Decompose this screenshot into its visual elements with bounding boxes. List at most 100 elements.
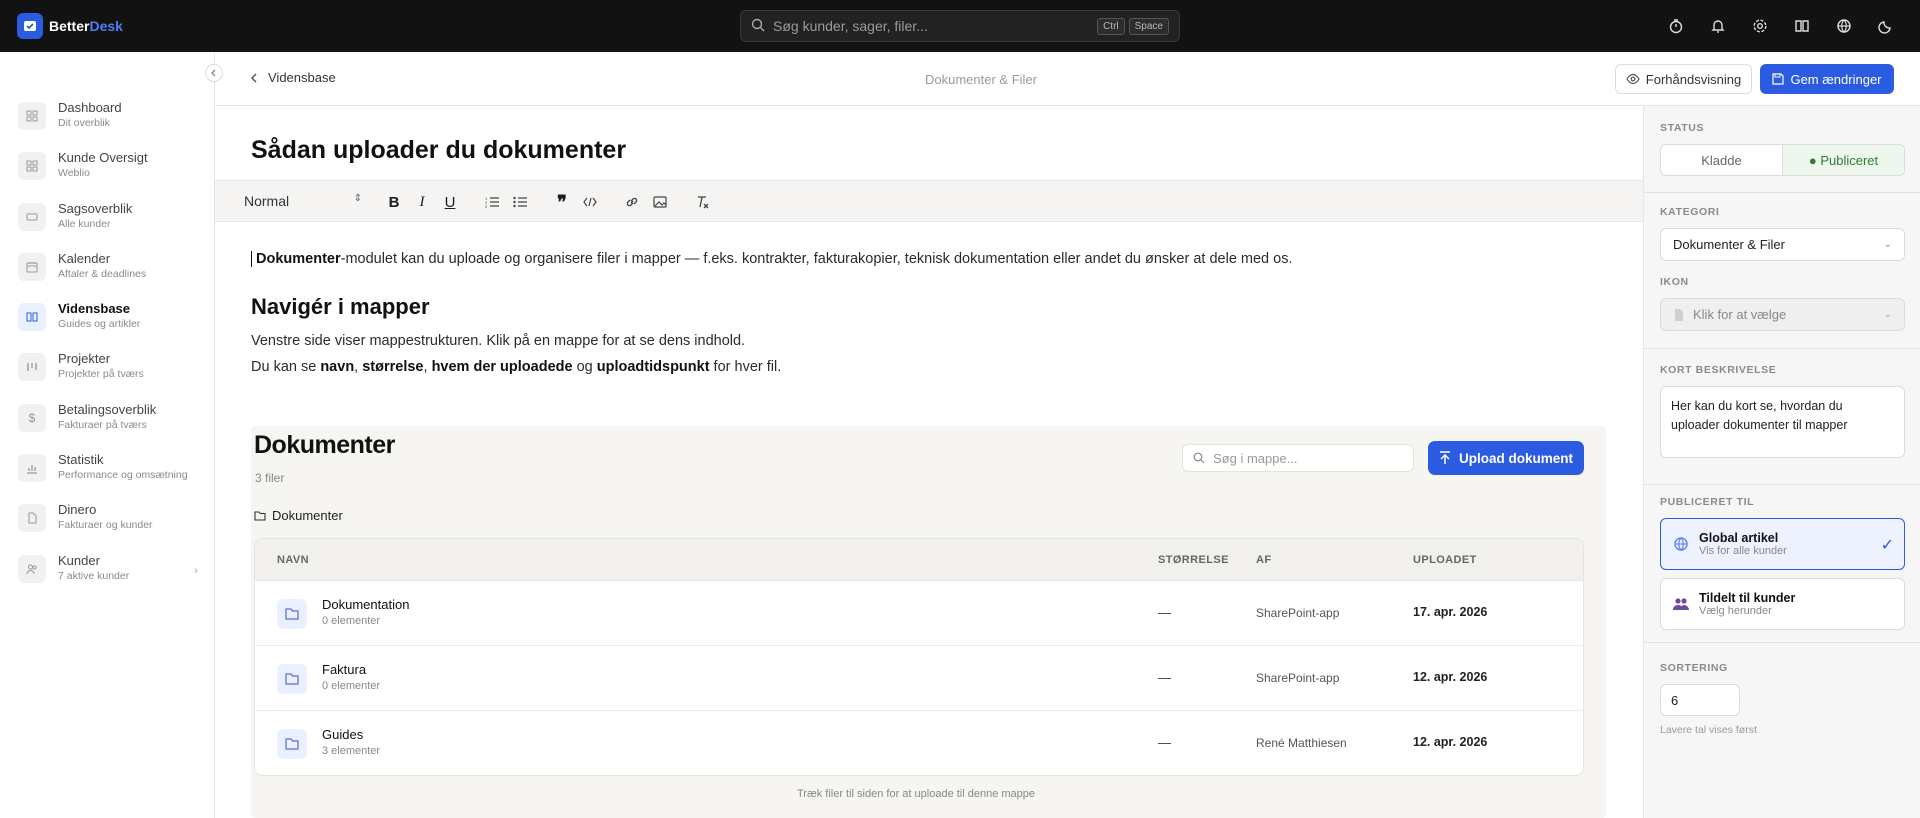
status-section: STATUS Kladde ● Publiceret (1660, 122, 1905, 176)
row-sub: 0 elementer (322, 680, 381, 692)
status-published-option[interactable]: ● Publiceret (1782, 145, 1904, 175)
editor: Sådan uploader du dokumenter Normal ⇕ B I… (215, 106, 1643, 818)
updown-icon: ⇕ (353, 193, 362, 204)
eye-icon (1626, 73, 1640, 85)
folder-icon (277, 599, 307, 629)
article-title[interactable]: Sådan uploader du dokumenter (251, 136, 626, 165)
file-icon (18, 504, 46, 533)
sidebar-item-sub: Projekter på tværs (58, 368, 144, 381)
sidebar-item-label: Kalender (58, 250, 111, 266)
save-button[interactable]: Gem ændringer (1760, 64, 1894, 94)
editor-header: Vidensbase Dokumenter & Filer Forhåndsvi… (215, 52, 1920, 106)
sort-label: SORTERING (1660, 662, 1728, 674)
sidebar-item-label: Kunder (58, 552, 100, 568)
calendar-icon (18, 252, 46, 281)
back-link[interactable]: Vidensbase (250, 70, 336, 85)
paragraph-3: Du kan se navn, størrelse, hvem der uplo… (251, 359, 782, 375)
global-article-option[interactable]: Global artikel Vis for alle kunder ✓ (1660, 518, 1905, 570)
sidebar-item-label: Dashboard (58, 100, 122, 115)
description-section: KORT BESKRIVELSE Her kan du kort se, hvo… (1660, 364, 1905, 458)
grid-icon (18, 152, 46, 181)
save-label: Gem ændringer (1790, 71, 1882, 87)
preview-button[interactable]: Forhåndsvisning (1615, 64, 1752, 94)
status-draft-option[interactable]: Kladde (1661, 145, 1782, 175)
moon-icon[interactable] (1874, 14, 1898, 38)
link-icon[interactable] (623, 193, 641, 211)
row-name: Guides (322, 727, 364, 742)
assigned-customers-option[interactable]: Tildelt til kunder Vælg herunder (1660, 578, 1905, 630)
sidebar-item-sub: Guides og artikler (58, 318, 141, 331)
sidebar-item-dinero[interactable]: Dinero Fakturaer og kunder (18, 502, 198, 552)
global-search[interactable]: Søg kunder, sager, filer... Ctrl Space (740, 10, 1180, 42)
format-select[interactable]: Normal ⇕ (244, 193, 362, 209)
bold-icon[interactable]: B (385, 193, 403, 211)
row-size: — (1158, 605, 1171, 620)
sidebar-item-statistik[interactable]: Statistik Performance og omsætning (18, 452, 198, 502)
icon-picker[interactable]: Klik for at vælge ⌄ (1660, 298, 1905, 331)
intro-text: -modulet kan du uploade og organisere fi… (340, 251, 1293, 267)
chevron-down-icon: ⌄ (1883, 239, 1892, 250)
section-heading: Navigér i mapper (251, 294, 430, 319)
embedded-screenshot: Dokumenter 3 filer Søg i mappe... Upload… (251, 426, 1606, 818)
sidebar-item-dashboard[interactable]: Dashboard Dit overblik (18, 100, 198, 150)
sidebar-item-betalingsoverblik[interactable]: $ Betalingsoverblik Fakturaer på tværs (18, 402, 198, 452)
sidebar-item-sagsoverblik[interactable]: Sagsoverblik Alle kunder (18, 201, 198, 251)
app-name: BetterDesk (49, 18, 123, 34)
chevron-left-icon (211, 69, 216, 77)
sidebar-item-projekter[interactable]: Projekter Projekter på tværs (18, 351, 198, 401)
row-by: SharePoint-app (1256, 606, 1340, 620)
clear-format-icon[interactable] (693, 193, 711, 211)
assigned-title: Tildelt til kunder (1699, 591, 1796, 605)
icon-section: IKON Klik for at vælge ⌄ (1660, 276, 1905, 331)
bullet-list-icon[interactable] (511, 193, 529, 211)
image-icon[interactable] (651, 193, 669, 211)
intro-paragraph: Dokumenter-modulet kan du uploade og org… (251, 246, 1631, 272)
ordered-list-icon[interactable]: 123 (483, 193, 501, 211)
icon-label: IKON (1660, 276, 1689, 288)
sidebar-item-kunde-oversigt[interactable]: Kunde Oversigt Weblio (18, 150, 198, 200)
editor-body[interactable]: Dokumenter-modulet kan du uploade og org… (251, 246, 1631, 380)
save-icon (1772, 73, 1785, 85)
search-icon (1193, 452, 1205, 464)
row-by: SharePoint-app (1256, 671, 1340, 685)
sidebar-item-kunder[interactable]: Kunder 7 aktive kunder › (18, 553, 198, 603)
global-title: Global artikel (1699, 531, 1779, 545)
embed-file-count: 3 filer (255, 471, 285, 485)
bell-icon[interactable] (1706, 14, 1730, 38)
gear-icon[interactable] (1748, 14, 1772, 38)
quote-icon[interactable]: ❞ (553, 192, 571, 212)
row-size: — (1158, 670, 1171, 685)
sidebar-item-label: Dinero (58, 502, 97, 518)
folder-icon (277, 729, 307, 759)
category-select[interactable]: Dokumenter & Filer ⌄ (1660, 228, 1905, 261)
book-icon[interactable] (1790, 14, 1814, 38)
sidebar-item-sub: Aftaler & deadlines (58, 267, 147, 280)
embed-upload-button: Upload dokument (1428, 441, 1584, 475)
table-row: Dokumentation 0 elementer — SharePoint-a… (255, 581, 1583, 646)
users-icon (1673, 598, 1689, 610)
underline-icon[interactable]: U (441, 193, 459, 211)
global-sub: Vis for alle kunder (1699, 545, 1787, 557)
chevron-left-icon (250, 72, 257, 83)
sidebar-item-sub: Performance og omsætning (58, 469, 188, 482)
sidebar-item-sub: Weblio (58, 167, 90, 180)
preview-label: Forhåndsvisning (1645, 71, 1742, 87)
globe-icon[interactable] (1832, 14, 1856, 38)
sidebar-item-label: Projekter (58, 351, 111, 367)
intro-bold: Dokumenter (256, 251, 341, 267)
svg-text:3: 3 (485, 204, 488, 208)
description-textarea[interactable]: Her kan du kort se, hvordan du uploader … (1660, 386, 1905, 458)
row-date: 12. apr. 2026 (1413, 735, 1488, 749)
italic-icon[interactable]: I (413, 193, 431, 211)
app-logo[interactable]: BetterDesk (17, 13, 123, 39)
sidebar-item-vidensbase[interactable]: Vidensbase Guides og artikler (18, 301, 198, 351)
code-icon[interactable] (581, 193, 599, 211)
sidebar-collapse-button[interactable] (205, 64, 223, 82)
sort-input[interactable]: 6 (1660, 684, 1740, 716)
published-to-label: PUBLICERET TIL (1660, 496, 1755, 508)
users-icon (18, 554, 46, 583)
sidebar-item-kalender[interactable]: Kalender Aftaler & deadlines (18, 251, 198, 301)
timer-icon[interactable] (1664, 14, 1688, 38)
published-to-section: PUBLICERET TIL Global artikel Vis for all… (1660, 496, 1905, 630)
search-placeholder: Søg kunder, sager, filer... (773, 18, 928, 34)
